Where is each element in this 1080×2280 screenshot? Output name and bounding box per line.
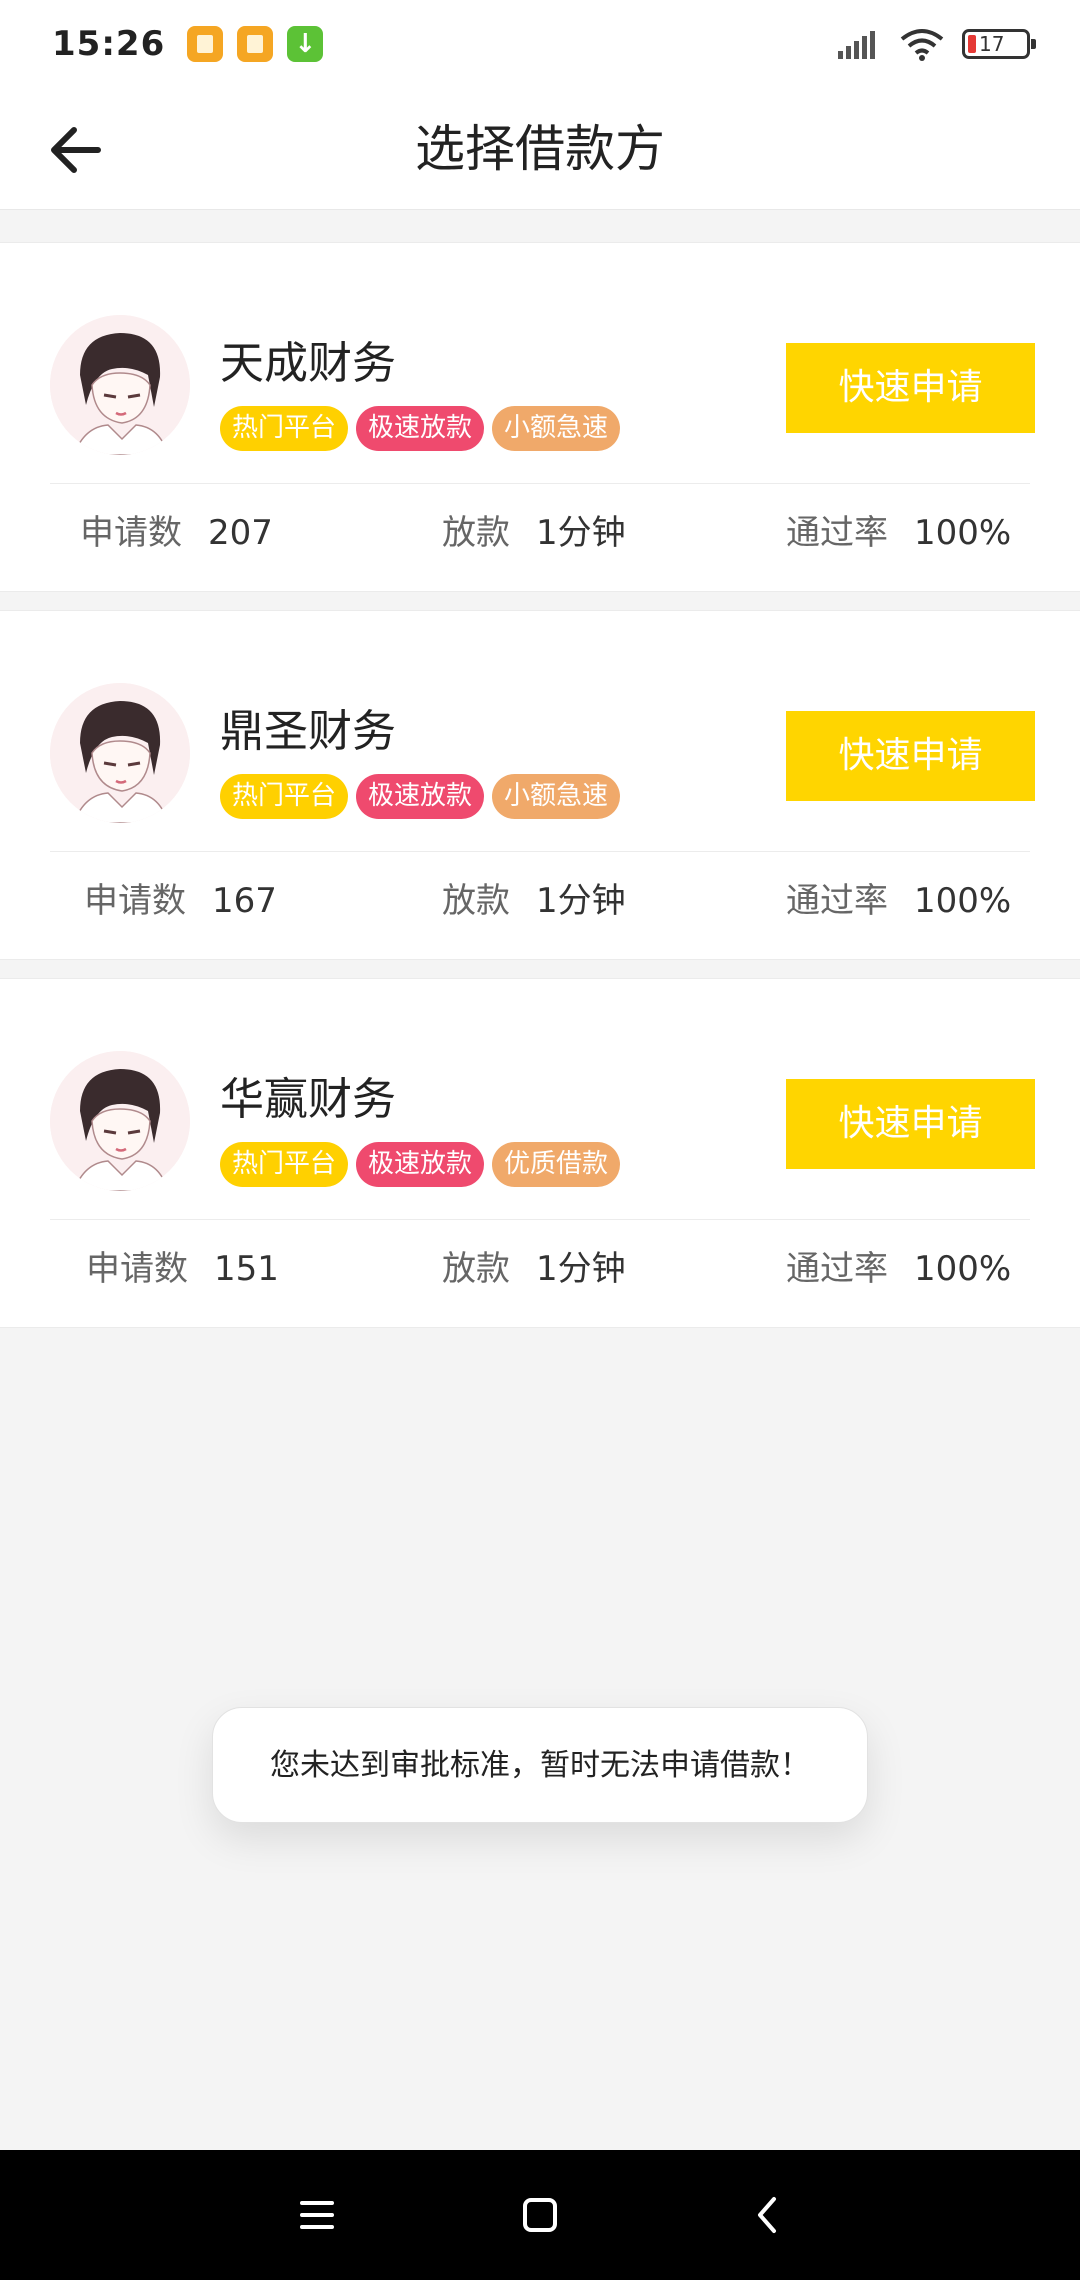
pass-rate-value: 100% [914, 881, 1012, 921]
signal-icon [838, 31, 875, 59]
lender-avatar [50, 683, 190, 823]
loan-time-label: 放款 [442, 1249, 510, 1289]
applications-label: 申请数 [84, 881, 186, 921]
battery-icon: 17 [962, 29, 1036, 59]
loan-time-value: 1分钟 [536, 881, 626, 921]
stat-loan-time: 放款 1分钟 [442, 508, 626, 558]
status-bar: 15:26 ↓ 17 [0, 0, 1080, 88]
stat-pass-rate: 通过率 100% [786, 508, 1011, 558]
pass-rate-label: 通过率 [786, 513, 888, 553]
applications-label: 申请数 [86, 1249, 188, 1289]
menu-button[interactable] [287, 2185, 347, 2245]
header: 选择借款方 [0, 88, 1080, 210]
back-icon [758, 2197, 776, 2233]
lender-tag: 极速放款 [356, 406, 485, 451]
status-right: 17 [838, 27, 1036, 61]
loan-time-label: 放款 [442, 513, 510, 553]
lender-tags: 热门平台 极速放款 优质借款 [220, 1142, 621, 1187]
lender-tags: 热门平台 极速放款 小额急速 [220, 406, 621, 451]
home-icon [523, 2198, 557, 2232]
applications-value: 207 [208, 513, 273, 553]
lender-tag: 热门平台 [220, 406, 349, 451]
lender-tag: 优质借款 [492, 1142, 621, 1187]
home-button[interactable] [510, 2185, 570, 2245]
wifi-icon [900, 29, 944, 61]
stat-applications: 申请数 151 [86, 1244, 279, 1294]
lender-card[interactable]: 天成财务热门平台 极速放款 小额急速 快速申请申请数 207 放款 1分钟 通过率 100% [0, 242, 1080, 592]
lender-avatar [50, 1051, 190, 1191]
card-divider [50, 483, 1030, 484]
page-title: 选择借款方 [415, 120, 665, 178]
stat-applications: 申请数 207 [80, 508, 273, 558]
lender-tag: 小额急速 [492, 406, 621, 451]
applications-label: 申请数 [80, 513, 182, 553]
card-divider [50, 851, 1030, 852]
lender-card[interactable]: 鼎圣财务热门平台 极速放款 小额急速 快速申请申请数 167 放款 1分钟 通过率 100% [0, 610, 1080, 960]
notification-icons: ↓ [187, 26, 324, 62]
lender-tag: 极速放款 [356, 774, 485, 819]
lender-tag: 热门平台 [220, 774, 349, 819]
lender-name: 鼎圣财务 [220, 706, 396, 757]
pass-rate-value: 100% [914, 513, 1012, 553]
stat-loan-time: 放款 1分钟 [442, 1244, 626, 1294]
app-orange-icon [237, 26, 274, 62]
applications-value: 167 [212, 881, 277, 921]
lender-tag: 小额急速 [492, 774, 621, 819]
battery-level: 17 [979, 32, 1005, 56]
quick-apply-button[interactable]: 快速申请 [786, 343, 1035, 433]
pass-rate-label: 通过率 [786, 1249, 888, 1289]
menu-icon [300, 2201, 334, 2229]
pass-rate-label: 通过率 [786, 881, 888, 921]
stat-pass-rate: 通过率 100% [786, 876, 1011, 926]
nav-back-button[interactable] [738, 2185, 798, 2245]
pass-rate-value: 100% [914, 1249, 1012, 1289]
loan-time-label: 放款 [442, 881, 510, 921]
lender-tags: 热门平台 极速放款 小额急速 [220, 774, 621, 819]
lender-tag: 极速放款 [356, 1142, 485, 1187]
lender-card[interactable]: 华赢财务热门平台 极速放款 优质借款 快速申请申请数 151 放款 1分钟 通过率 100% [0, 978, 1080, 1328]
loan-time-value: 1分钟 [536, 513, 626, 553]
lender-avatar [50, 315, 190, 455]
quick-apply-button[interactable]: 快速申请 [786, 711, 1035, 801]
loan-time-value: 1分钟 [536, 1249, 626, 1289]
stat-loan-time: 放款 1分钟 [442, 876, 626, 926]
toast-message: 您未达到审批标准，暂时无法申请借款！ [212, 1707, 868, 1823]
stat-applications: 申请数 167 [84, 876, 277, 926]
status-time: 15:26 [52, 24, 166, 64]
stat-pass-rate: 通过率 100% [786, 1244, 1011, 1294]
app-orange-icon [187, 26, 224, 62]
lender-name: 华赢财务 [220, 1074, 396, 1125]
card-divider [50, 1219, 1030, 1220]
lender-tag: 热门平台 [220, 1142, 349, 1187]
quick-apply-button[interactable]: 快速申请 [786, 1079, 1035, 1169]
lender-name: 天成财务 [220, 338, 396, 389]
navigation-bar [0, 2150, 1080, 2280]
applications-value: 151 [214, 1249, 279, 1289]
download-app-icon: ↓ [287, 26, 324, 62]
